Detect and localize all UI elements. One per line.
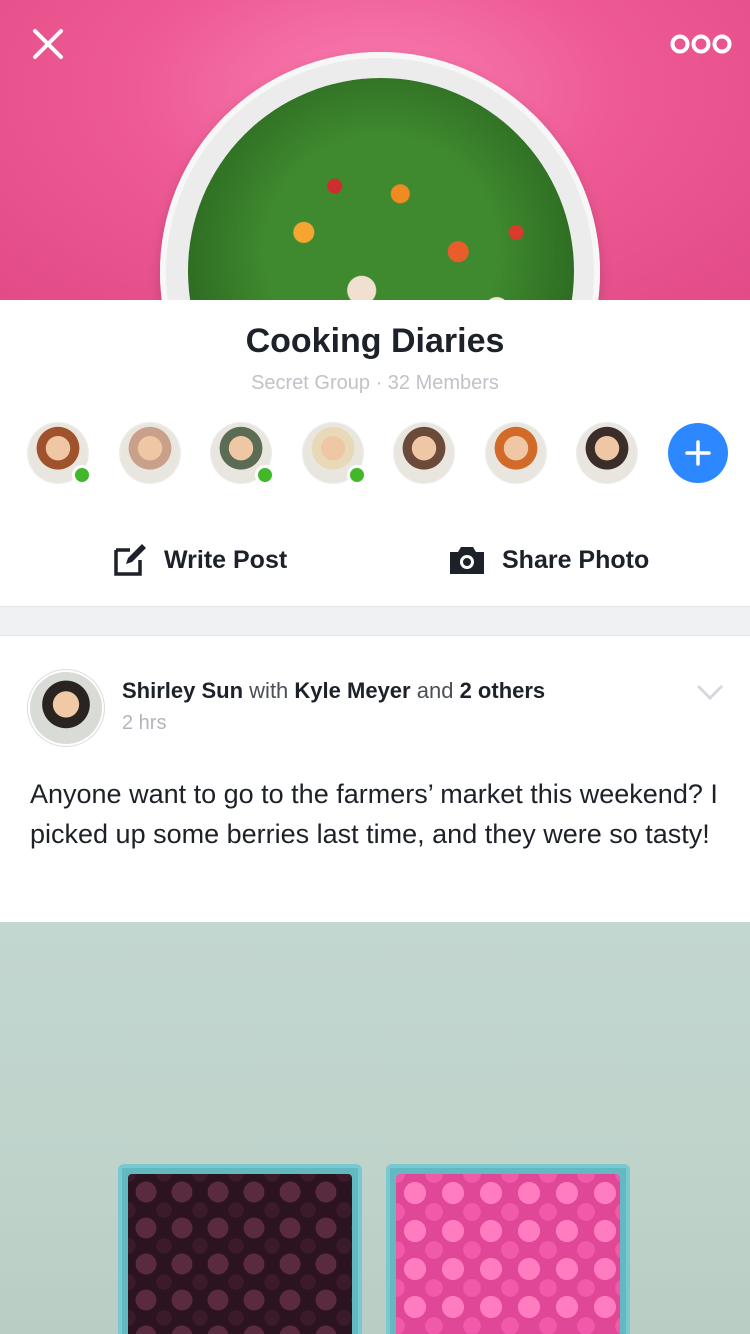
post-text: Anyone want to go to the farmers’ market…: [30, 779, 718, 849]
camera-icon: [450, 547, 484, 574]
member-avatar[interactable]: [303, 423, 367, 485]
post-and-word: and: [416, 678, 454, 703]
online-indicator: [255, 465, 275, 485]
post-timestamp[interactable]: 2 hrs: [122, 712, 166, 735]
group-subtitle: Secret Group · 32 Members: [251, 372, 499, 394]
edit-icon: [114, 544, 146, 576]
more-options-icon: [670, 34, 732, 54]
online-indicator: [347, 465, 367, 485]
group-title: Cooking Diaries: [245, 322, 505, 360]
close-icon: [33, 29, 63, 59]
close-button[interactable]: [20, 22, 76, 66]
blackberries-image: [128, 1174, 352, 1334]
raspberry-basket-image: [386, 1164, 630, 1334]
member-avatar[interactable]: [577, 423, 637, 483]
post-others-link[interactable]: 2 others: [460, 678, 546, 703]
post-photo[interactable]: [0, 922, 750, 1334]
post-tagged-name[interactable]: Kyle Meyer: [294, 678, 410, 703]
member-avatar[interactable]: [28, 423, 92, 485]
plus-icon: [685, 440, 711, 466]
post-options-button[interactable]: [694, 680, 726, 704]
member-avatar[interactable]: [394, 423, 454, 483]
share-photo-button[interactable]: Share Photo: [448, 536, 649, 584]
chevron-down-icon: [696, 684, 724, 701]
online-indicator: [72, 465, 92, 485]
member-avatar[interactable]: [120, 423, 180, 483]
section-divider: [0, 606, 750, 636]
add-member-button[interactable]: [668, 423, 728, 483]
cover-photo: [0, 0, 750, 300]
post-author-name[interactable]: Shirley Sun: [122, 678, 243, 703]
member-list: [28, 423, 728, 485]
member-avatar[interactable]: [486, 423, 546, 483]
more-options-button[interactable]: [666, 22, 736, 66]
blackberry-basket-image: [118, 1164, 362, 1334]
write-post-label: Write Post: [164, 545, 288, 574]
post-with-word: with: [249, 678, 289, 703]
post-author-avatar[interactable]: [30, 672, 102, 744]
write-post-button[interactable]: Write Post: [112, 536, 287, 584]
post-author-line: Shirley Sun with Kyle Meyer and 2 others: [122, 678, 545, 704]
raspberries-image: [396, 1174, 620, 1334]
member-avatar[interactable]: [211, 423, 275, 485]
share-photo-label: Share Photo: [502, 545, 650, 574]
